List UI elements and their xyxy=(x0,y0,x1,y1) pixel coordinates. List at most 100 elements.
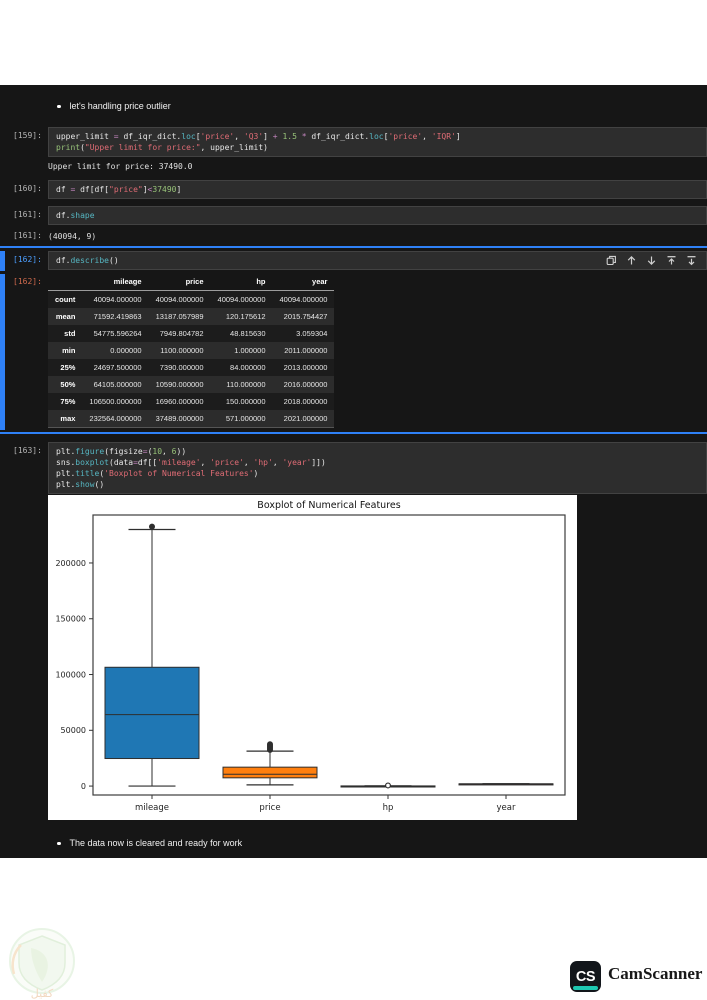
markdown-cell-bottom: The data now is cleared and ready for wo… xyxy=(57,838,242,849)
table-cell: 64105.000000 xyxy=(93,379,142,389)
row-label: count xyxy=(55,294,76,304)
table-cell: 40094.000000 xyxy=(93,294,142,304)
svg-text:50000: 50000 xyxy=(61,726,86,735)
move-cell-down-icon[interactable] xyxy=(646,255,657,266)
code-cell-159: [159]: upper_limit = df_iqr_dict.loc['pr… xyxy=(0,127,707,157)
output-prompt: [161]: xyxy=(13,231,42,240)
describe-table: mileage price hp year count 40094.000000 40094… xyxy=(48,273,335,428)
table-row: min 0.000000 1100.000000 1.000000 2011.00000… xyxy=(48,342,335,359)
row-label: max xyxy=(48,410,83,428)
move-cell-up-icon[interactable] xyxy=(626,255,637,266)
table-cell: 2013.000000 xyxy=(283,362,328,372)
cell-toolbar xyxy=(606,255,697,266)
boxplot-figure: Boxplot of Numerical Features 0 50000 10000… xyxy=(48,495,577,820)
table-cell: 2016.000000 xyxy=(283,379,328,389)
code-input[interactable]: df = df[df["price"]<37490] xyxy=(48,180,707,199)
table-row: 75% 106500.000000 16960.000000 150.000000 20… xyxy=(48,393,335,410)
table-cell: 2021.000000 xyxy=(272,410,335,428)
table-cell: 110.000000 xyxy=(226,379,266,389)
table-cell: 37489.000000 xyxy=(148,410,211,428)
input-prompt: [161]: xyxy=(13,210,42,219)
scanned-page: let's handling price outlier [159]: uppe… xyxy=(0,0,707,1000)
bullet-icon xyxy=(57,841,61,846)
kafeel-watermark-logo: كفيل xyxy=(9,928,75,1000)
watermark-text: كفيل xyxy=(31,988,54,1000)
code-cell-160: [160]: df = df[df["price"]<37490] xyxy=(0,180,707,199)
table-row: max 232564.000000 37489.000000 571.000000 20… xyxy=(48,410,335,428)
row-label: std xyxy=(64,328,76,338)
svg-text:200000: 200000 xyxy=(55,559,86,568)
row-label: 75% xyxy=(60,396,76,406)
camscanner-teal-bar xyxy=(573,986,598,990)
row-label: mean xyxy=(55,311,76,321)
input-prompt: [159]: xyxy=(13,131,42,140)
table-corner xyxy=(48,273,83,291)
table-cell: 2011.000000 xyxy=(284,345,328,355)
selected-cell-162[interactable]: [162]: df.describe() [162]: mileage price… xyxy=(0,246,707,434)
code-input[interactable]: upper_limit = df_iqr_dict.loc['price', '… xyxy=(48,127,707,157)
svg-text:price: price xyxy=(259,803,280,813)
table-cell: 16960.000000 xyxy=(155,396,204,406)
insert-cell-above-icon[interactable] xyxy=(666,255,677,266)
input-prompt: [160]: xyxy=(13,184,42,193)
camscanner-badge-text: CS xyxy=(575,968,596,985)
table-cell: 13187.057989 xyxy=(155,311,204,321)
column-header: year xyxy=(272,273,335,291)
output-text: (40094, 9) xyxy=(48,232,97,241)
table-cell: 54775.596264 xyxy=(93,328,142,338)
svg-text:hp: hp xyxy=(383,803,394,813)
table-row: mean 71592.419863 13187.057989 120.175612 20… xyxy=(48,308,335,325)
column-header: mileage xyxy=(82,273,149,291)
svg-text:100000: 100000 xyxy=(55,670,86,679)
table-cell: 40094.000000 xyxy=(155,294,204,304)
table-cell: 7390.000000 xyxy=(159,362,204,372)
table-cell: 24697.500000 xyxy=(93,362,142,372)
notebook-area: let's handling price outlier [159]: uppe… xyxy=(0,85,707,858)
table-cell: 7949.804782 xyxy=(159,328,204,338)
duplicate-cell-icon[interactable] xyxy=(606,255,617,266)
output-prompt: [162]: xyxy=(13,277,42,286)
table-cell: 2018.000000 xyxy=(283,396,328,406)
cell-selection-bar xyxy=(0,274,5,430)
camscanner-logo-icon: CS xyxy=(570,961,601,992)
table-cell: 0.000000 xyxy=(110,345,142,355)
table-cell: 84.000000 xyxy=(230,362,266,372)
camscanner-wordmark: CamScanner xyxy=(608,964,703,983)
row-label: 50% xyxy=(60,379,76,389)
row-label: min xyxy=(62,345,76,355)
code-input[interactable]: df.shape xyxy=(48,206,707,225)
output-text: Upper limit for price: 37490.0 xyxy=(48,162,193,171)
table-cell: 106500.000000 xyxy=(89,396,142,406)
table-row: count 40094.000000 40094.000000 40094.00000… xyxy=(48,290,335,308)
code-cell-163: [163]: plt.figure(figsize=(10, 6)) sns.bo… xyxy=(0,442,707,494)
table-cell: 120.175612 xyxy=(225,311,266,321)
table-cell: 2015.754427 xyxy=(283,311,328,321)
table-cell: 40094.000000 xyxy=(279,294,328,304)
code-input[interactable]: plt.figure(figsize=(10, 6)) sns.boxplot(d… xyxy=(48,442,707,494)
table-cell: 232564.000000 xyxy=(82,410,149,428)
markdown-cell-top: let's handling price outlier xyxy=(57,101,171,112)
column-header: price xyxy=(148,273,211,291)
bullet-icon xyxy=(57,104,61,109)
svg-text:year: year xyxy=(497,803,516,813)
table-cell: 40094.000000 xyxy=(217,294,266,304)
table-cell: 1100.000000 xyxy=(160,345,204,355)
output-area-161: [161]: (40094, 9) xyxy=(0,227,707,242)
table-row: 50% 64105.000000 10590.000000 110.000000 201… xyxy=(48,376,335,393)
insert-cell-below-icon[interactable] xyxy=(686,255,697,266)
input-prompt: [163]: xyxy=(13,446,42,455)
table-cell: 48.815630 xyxy=(230,328,266,338)
table-cell: 10590.000000 xyxy=(155,379,204,389)
column-header: hp xyxy=(210,273,273,291)
code-cell-161: [161]: df.shape xyxy=(0,206,707,225)
code-cell-162: [162]: df.describe() xyxy=(0,251,707,270)
table-cell: 71592.419863 xyxy=(93,311,142,321)
svg-text:0: 0 xyxy=(81,782,86,791)
markdown-text: let's handling price outlier xyxy=(69,101,171,111)
table-row: 25% 24697.500000 7390.000000 84.000000 2013.… xyxy=(48,359,335,376)
table-cell: 150.000000 xyxy=(225,396,266,406)
svg-text:150000: 150000 xyxy=(55,615,86,624)
table-row: std 54775.596264 7949.804782 48.815630 3.059… xyxy=(48,325,335,342)
table-cell: 571.000000 xyxy=(210,410,273,428)
svg-text:Boxplot of Numerical Features: Boxplot of Numerical Features xyxy=(257,500,400,511)
